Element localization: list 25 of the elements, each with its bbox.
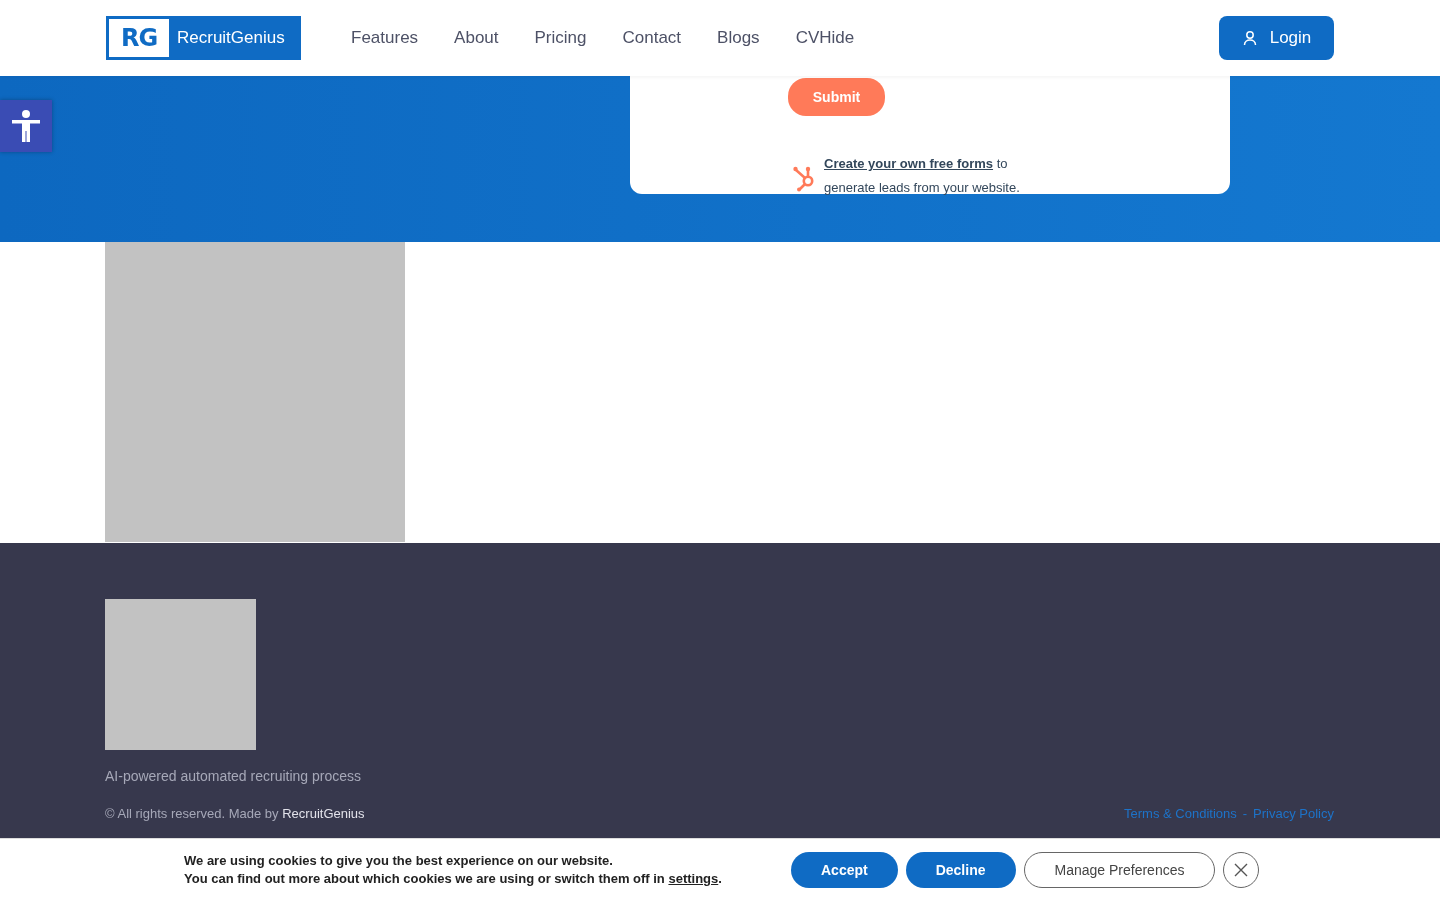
create-forms-link[interactable]: Create your own free forms (824, 156, 994, 171)
login-button[interactable]: Login (1219, 16, 1334, 60)
copyright-text: © All rights reserved. Made by RecruitGenius (105, 806, 365, 821)
link-separator: - (1242, 806, 1248, 821)
footer-tagline: AI-powered automated recruiting process (105, 768, 363, 784)
nav-link[interactable]: About (454, 28, 499, 48)
user-icon (1241, 30, 1258, 46)
cookie-button[interactable]: Manage Preferences (1023, 851, 1216, 888)
close-icon (1233, 861, 1250, 878)
cookie-button[interactable]: Decline (905, 851, 1016, 888)
logo[interactable]: RG RecruitGenius (106, 16, 301, 60)
accessibility-icon (10, 109, 42, 143)
promo-text: Create your own free forms to generate leads from your website. (824, 155, 1021, 197)
cookie-button[interactable]: Accept (791, 851, 898, 888)
logo-mark: RG (109, 19, 169, 57)
nav-link[interactable]: Features (351, 28, 419, 48)
accessibility-button[interactable] (0, 100, 52, 152)
nav-link[interactable]: Pricing (534, 28, 587, 48)
cookie-message: We are using cookies to give you the best experience on our website. (184, 851, 614, 870)
cookie-message: You can find out more about which cookies we are using or switch them off in settings. (184, 869, 723, 888)
nav-link[interactable]: CVHide (795, 28, 855, 48)
nav-link[interactable]: Blogs (717, 28, 760, 48)
logo-name: RecruitGenius (177, 28, 285, 48)
nav-link[interactable]: Contact (622, 28, 682, 48)
close-button[interactable] (1223, 851, 1260, 888)
